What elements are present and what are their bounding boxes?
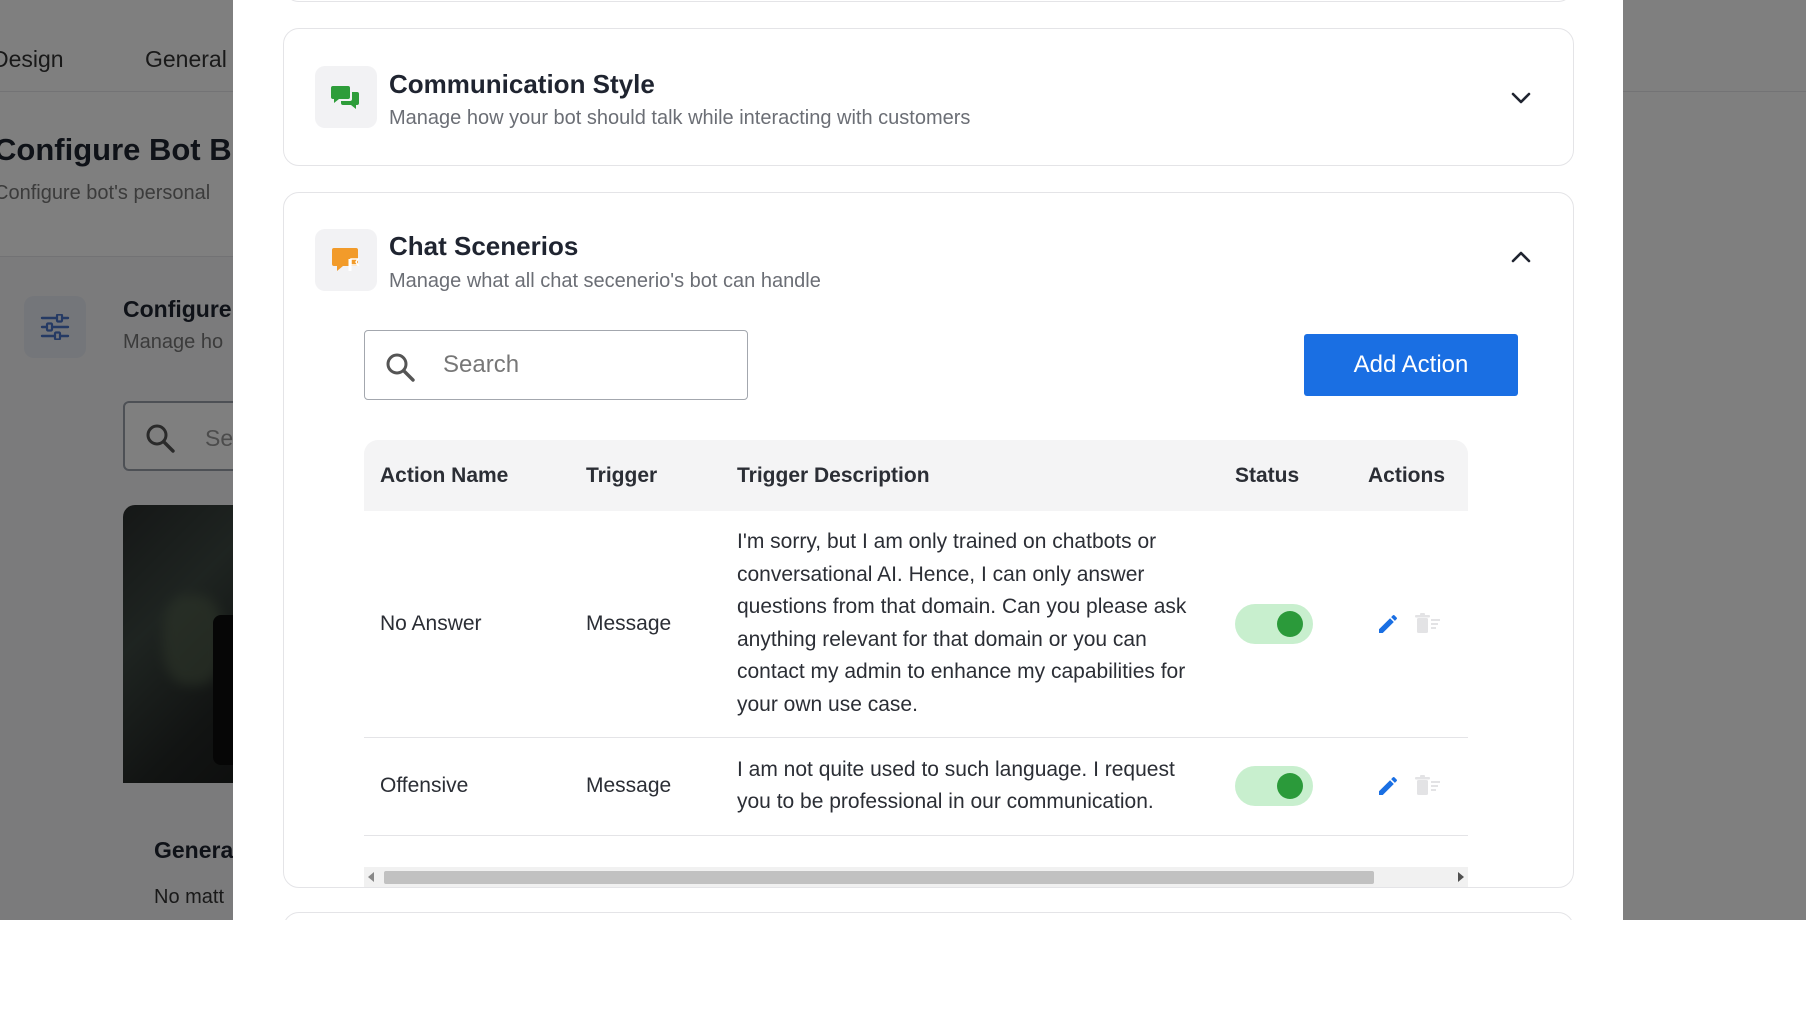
action-name-cell: Offensive <box>364 737 570 836</box>
scenario-search-input[interactable] <box>443 343 733 387</box>
table-horizontal-scrollbar[interactable] <box>364 867 1468 887</box>
trigger-cell: Message <box>570 737 721 836</box>
toggle-knob <box>1277 773 1303 799</box>
actions-table: Action Name Trigger Trigger Description … <box>364 440 1468 836</box>
action-name-cell: No Answer <box>364 511 570 738</box>
actions-table-container: Action Name Trigger Trigger Description … <box>364 440 1468 840</box>
column-header-action-name[interactable]: Action Name <box>364 440 570 511</box>
page-bottom-area <box>0 920 1806 1020</box>
chat-bubbles-icon <box>315 66 377 128</box>
flag-message-icon <box>315 229 377 291</box>
trigger-description-cell: I'm sorry, but I am only trained on chat… <box>721 511 1219 738</box>
chat-scenarios-subtitle: Manage what all chat secenerio's bot can… <box>389 270 821 292</box>
column-header-trigger-description[interactable]: Trigger Description <box>721 440 1219 511</box>
column-header-actions: Actions <box>1368 463 1446 487</box>
add-action-button[interactable]: Add Action <box>1304 334 1518 396</box>
search-icon <box>385 352 415 387</box>
table-row: No Answer Message I'm sorry, but I am on… <box>364 511 1468 738</box>
trigger-description-cell: I am not quite used to such language. I … <box>721 737 1219 836</box>
edit-pencil-icon[interactable] <box>1376 774 1400 798</box>
communication-style-card[interactable]: Communication Style Manage how your bot … <box>283 28 1574 166</box>
scrollbar-thumb[interactable] <box>384 871 1374 884</box>
next-section-card <box>283 912 1574 920</box>
communication-style-title: Communication Style <box>389 69 655 99</box>
actions-cell <box>1352 737 1468 836</box>
toggle-knob <box>1277 610 1303 637</box>
scroll-right-arrow[interactable] <box>1458 872 1464 882</box>
chevron-up-icon[interactable] <box>1507 243 1535 271</box>
chevron-down-icon[interactable] <box>1507 84 1535 112</box>
previous-section-card <box>283 0 1574 2</box>
status-cell <box>1219 737 1352 836</box>
status-toggle[interactable] <box>1235 766 1313 806</box>
scenario-search-field[interactable] <box>364 330 748 400</box>
configure-modal: Communication Style Manage how your bot … <box>233 0 1623 920</box>
communication-style-subtitle: Manage how your bot should talk while in… <box>389 107 971 129</box>
status-toggle[interactable] <box>1235 603 1313 644</box>
scroll-left-arrow[interactable] <box>368 872 374 882</box>
table-row: Offensive Message I am not quite used to… <box>364 737 1468 836</box>
column-header-trigger[interactable]: Trigger <box>570 440 721 511</box>
table-header-row: Action Name Trigger Trigger Description … <box>364 440 1468 511</box>
edit-pencil-icon[interactable] <box>1376 612 1400 636</box>
delete-icon <box>1414 774 1442 798</box>
chat-scenarios-title: Chat Scenerios <box>389 231 579 261</box>
column-header-status[interactable]: Status <box>1219 440 1352 511</box>
trigger-cell: Message <box>570 511 721 738</box>
actions-cell <box>1352 511 1468 738</box>
status-cell <box>1219 511 1352 738</box>
delete-icon <box>1414 612 1442 636</box>
